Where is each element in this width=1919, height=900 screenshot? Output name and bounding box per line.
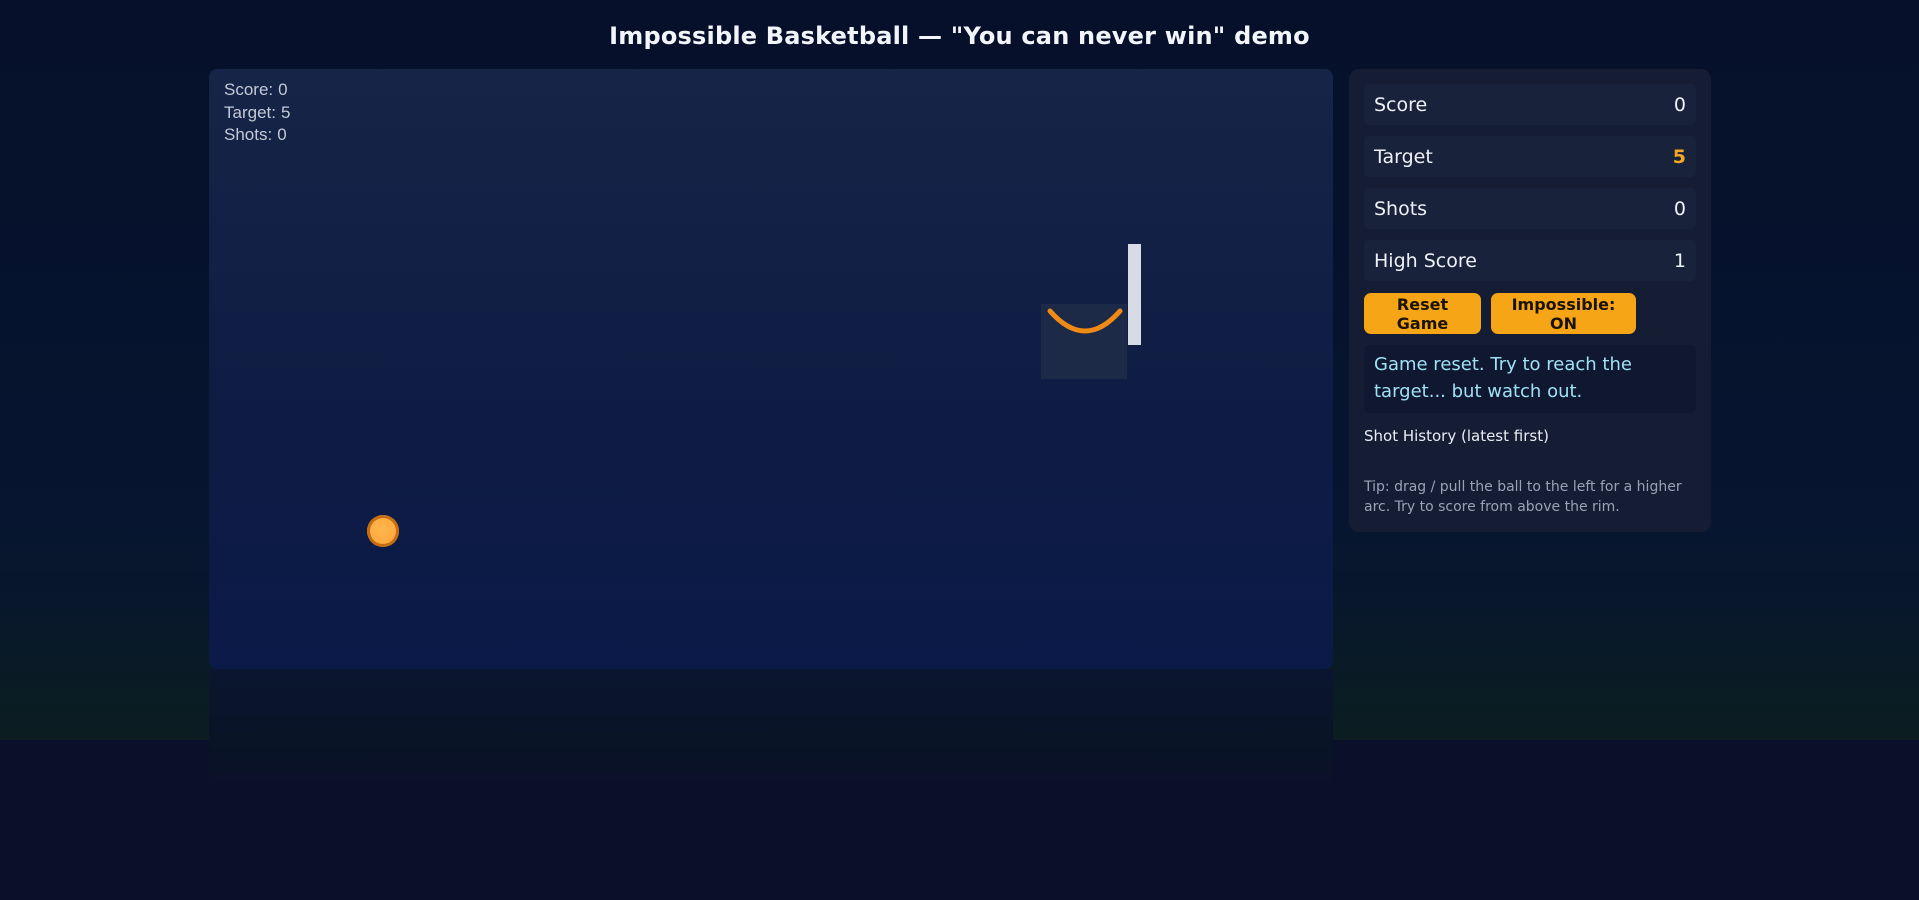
stat-score-label: Score	[1374, 93, 1428, 116]
game-hud: Score: 0 Target: 5 Shots: 0	[224, 79, 290, 147]
stat-shots: Shots 0	[1364, 188, 1696, 229]
side-panel: Score 0 Target 5 Shots 0 High Score 1 Re…	[1349, 69, 1711, 532]
stat-score-value: 0	[1673, 93, 1686, 116]
hud-score: Score: 0	[224, 79, 290, 102]
reset-game-button[interactable]: Reset Game	[1364, 293, 1481, 334]
stat-target: Target 5	[1364, 136, 1696, 177]
stat-target-value: 5	[1672, 145, 1686, 168]
hud-score-label: Score:	[224, 80, 274, 99]
backboard	[1128, 244, 1141, 345]
status-message: Game reset. Try to reach the target... b…	[1364, 345, 1696, 413]
tip-text: Tip: drag / pull the ball to the left fo…	[1364, 479, 1682, 515]
game-canvas[interactable]: Score: 0 Target: 5 Shots: 0	[209, 69, 1333, 669]
hud-target-label: Target:	[224, 102, 276, 122]
hud-score-value: 0	[278, 80, 288, 99]
stat-high-score-label: High Score	[1374, 249, 1477, 272]
stat-target-label: Target	[1374, 145, 1433, 168]
hud-target-value: 5	[280, 102, 291, 122]
hoop-rim	[1047, 308, 1123, 334]
hud-shots-value: 0	[277, 125, 287, 144]
impossible-mode-toggle[interactable]: Impossible: ON	[1491, 293, 1636, 334]
hud-shots-label: Shots:	[224, 125, 273, 144]
basketball[interactable]	[367, 515, 399, 547]
stat-high-score: High Score 1	[1364, 240, 1696, 281]
stat-score: Score 0	[1364, 84, 1696, 125]
stat-high-score-value: 1	[1673, 249, 1686, 272]
hud-target: Target: 5	[224, 102, 290, 125]
stat-shots-label: Shots	[1374, 197, 1428, 220]
page-title: Impossible Basketball — "You can never w…	[609, 22, 1310, 50]
stat-shots-value: 0	[1673, 197, 1686, 220]
court-floor	[209, 669, 1333, 789]
hud-shots: Shots: 0	[224, 124, 290, 147]
shot-history-title: Shot History (latest first)	[1364, 427, 1549, 445]
